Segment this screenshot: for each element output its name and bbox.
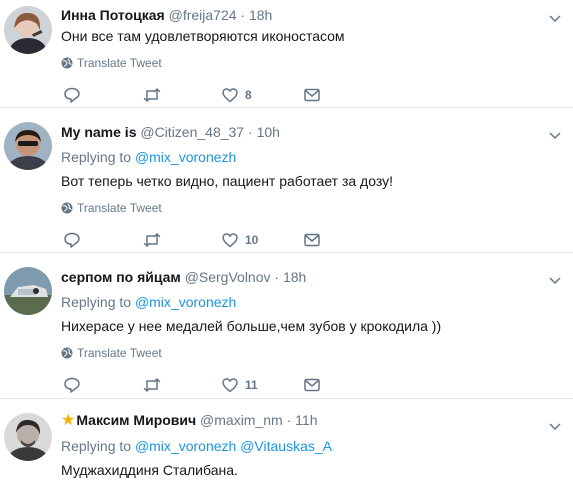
separator: · xyxy=(286,412,292,428)
like-count: 10 xyxy=(245,233,259,247)
timestamp[interactable]: 11h xyxy=(295,412,317,428)
direct-message-icon xyxy=(304,233,320,247)
direct-message-icon xyxy=(304,88,320,102)
tweet-header: My name is @Citizen_48_37 · 10h xyxy=(61,123,280,141)
user-name[interactable]: Максим Мирович xyxy=(76,412,196,428)
timestamp[interactable]: 18h xyxy=(249,7,272,23)
avatar-image xyxy=(4,413,52,461)
tweet-header: Инна Потоцкая @freija724 · 18h xyxy=(61,6,272,24)
user-name[interactable]: My name is xyxy=(61,124,136,140)
globe-icon xyxy=(61,57,73,69)
globe-icon xyxy=(61,347,73,359)
mention-link-2[interactable]: @Vitauskas_A xyxy=(240,438,332,454)
tweet-2[interactable]: My name is @Citizen_48_37 · 10h Replying… xyxy=(0,108,573,253)
heart-icon xyxy=(222,88,238,103)
replying-to: Replying to @mix_voronezh xyxy=(61,148,236,166)
avatar[interactable] xyxy=(4,267,52,315)
globe-icon xyxy=(61,202,73,214)
retweet-icon xyxy=(143,233,161,247)
mention-link[interactable]: @mix_voronezh xyxy=(135,438,236,454)
retweet-button[interactable] xyxy=(143,85,161,105)
chevron-down-icon[interactable] xyxy=(547,10,563,26)
tweet-text: Вот теперь четко видно, пациент работает… xyxy=(61,173,394,189)
mention-link[interactable]: @mix_voronezh xyxy=(135,149,236,165)
reply-button[interactable] xyxy=(63,85,81,105)
user-handle[interactable]: @freija724 xyxy=(169,7,237,23)
user-handle[interactable]: @Citizen_48_37 xyxy=(140,124,244,140)
replying-to-label: Replying to xyxy=(61,149,132,165)
translate-tweet-link[interactable]: Translate Tweet xyxy=(61,200,162,216)
direct-message-button[interactable] xyxy=(303,230,321,250)
avatar[interactable] xyxy=(4,122,52,170)
translate-label[interactable]: Translate Tweet xyxy=(77,55,162,71)
tweet-header: серпом по яйцам @SergVolnov · 18h xyxy=(61,268,306,286)
replying-to-label: Replying to xyxy=(61,438,132,454)
direct-message-button[interactable] xyxy=(303,85,321,105)
translate-tweet-link[interactable]: Translate Tweet xyxy=(61,345,162,361)
tweet-4[interactable]: ★Максим Мирович @maxim_nm · 11h Replying… xyxy=(0,399,573,484)
tweet-actions: 8 xyxy=(61,85,341,105)
tweet-text: Нихерасе у нее медалей больше,чем зубов … xyxy=(61,318,442,334)
retweet-icon xyxy=(143,378,161,392)
star-icon: ★ xyxy=(61,412,76,429)
direct-message-button[interactable] xyxy=(303,375,321,395)
mention-link[interactable]: @mix_voronezh xyxy=(135,294,236,310)
tweet-text: Они все там удовлетворяются иконостасом xyxy=(61,28,345,44)
avatar-image xyxy=(4,6,52,54)
separator: · xyxy=(240,7,246,23)
like-button[interactable]: 11 xyxy=(221,375,258,395)
like-button[interactable]: 10 xyxy=(221,230,258,250)
like-count: 8 xyxy=(245,88,252,102)
tweet-1[interactable]: Инна Потоцкая @freija724 · 18h Они все т… xyxy=(0,0,573,108)
retweet-button[interactable] xyxy=(143,230,161,250)
user-name[interactable]: серпом по яйцам xyxy=(61,269,181,285)
user-handle[interactable]: @SergVolnov xyxy=(185,269,271,285)
translate-tweet-link[interactable]: Translate Tweet xyxy=(61,55,162,71)
tweet-text: Муджахиддиня Сталибана. xyxy=(61,462,238,478)
user-handle[interactable]: @maxim_nm xyxy=(200,412,283,428)
heart-icon xyxy=(222,233,238,248)
replying-to: Replying to @mix_voronezh @Vitauskas_A xyxy=(61,437,332,455)
direct-message-icon xyxy=(304,378,320,392)
tweet-header: ★Максим Мирович @maxim_nm · 11h xyxy=(61,411,317,430)
avatar-image xyxy=(4,122,52,170)
chevron-down-icon[interactable] xyxy=(547,127,563,143)
reply-button[interactable] xyxy=(63,230,81,250)
like-count: 11 xyxy=(245,378,258,392)
retweet-button[interactable] xyxy=(143,375,161,395)
retweet-icon xyxy=(143,88,161,102)
chevron-down-icon[interactable] xyxy=(547,418,563,434)
separator: · xyxy=(248,124,253,140)
replying-to: Replying to @mix_voronezh xyxy=(61,293,236,311)
heart-icon xyxy=(222,378,238,393)
reply-button[interactable] xyxy=(63,375,81,395)
tweet-3[interactable]: серпом по яйцам @SergVolnov · 18h Replyi… xyxy=(0,253,573,399)
like-button[interactable]: 8 xyxy=(221,85,252,105)
avatar-image xyxy=(4,267,52,315)
avatar[interactable] xyxy=(4,413,52,461)
reply-icon xyxy=(64,232,80,248)
translate-label[interactable]: Translate Tweet xyxy=(77,345,162,361)
separator: · xyxy=(274,269,280,285)
timestamp[interactable]: 18h xyxy=(283,269,306,285)
timestamp[interactable]: 10h xyxy=(257,124,280,140)
avatar[interactable] xyxy=(4,6,52,54)
tweet-actions: 10 xyxy=(61,230,341,250)
replying-to-label: Replying to xyxy=(61,294,132,310)
chevron-down-icon[interactable] xyxy=(547,272,563,288)
reply-icon xyxy=(64,377,80,393)
user-name[interactable]: Инна Потоцкая xyxy=(61,7,165,23)
tweet-actions: 11 xyxy=(61,375,341,395)
translate-label[interactable]: Translate Tweet xyxy=(77,200,162,216)
reply-icon xyxy=(64,87,80,103)
